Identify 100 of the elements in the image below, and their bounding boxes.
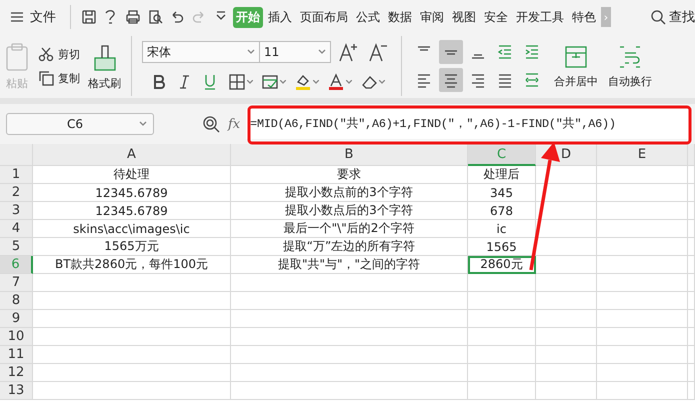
table-cell[interactable] [536, 238, 597, 256]
row-header[interactable]: 13 [0, 382, 33, 400]
table-cell[interactable] [688, 364, 695, 382]
increase-font-icon[interactable] [337, 41, 359, 63]
table-cell[interactable] [688, 166, 695, 184]
table-cell[interactable] [688, 310, 695, 328]
copy-button[interactable]: 复制 [38, 70, 80, 86]
table-cell[interactable]: 待处理 [33, 166, 231, 184]
table-cell[interactable] [468, 346, 536, 364]
align-button[interactable] [439, 68, 463, 92]
table-cell[interactable] [597, 202, 688, 220]
table-cell[interactable]: 678 [468, 202, 536, 220]
table-cell[interactable]: skins\acc\images\ic [33, 220, 231, 238]
table-cell[interactable]: 提取小数点前的3个字符 [231, 184, 468, 202]
table-cell[interactable] [688, 238, 695, 256]
table-cell[interactable]: 最后一个"\"后的2个字符 [231, 220, 468, 238]
wrap-text-button[interactable]: 自动换行 [608, 44, 652, 88]
table-cell[interactable]: 1565 [468, 238, 536, 256]
ribbon-tab[interactable]: 安全 [481, 6, 511, 28]
table-cell[interactable] [33, 346, 231, 364]
borders-icon[interactable] [228, 73, 246, 91]
table-cell[interactable] [688, 346, 695, 364]
table-cell[interactable] [536, 166, 597, 184]
table-cell[interactable] [231, 364, 468, 382]
table-cell[interactable] [688, 292, 695, 310]
row-header[interactable]: 9 [0, 310, 33, 328]
table-cell[interactable] [231, 292, 468, 310]
table-cell[interactable] [231, 346, 468, 364]
table-cell[interactable] [688, 202, 695, 220]
table-cell[interactable] [536, 346, 597, 364]
table-cell[interactable] [688, 274, 695, 292]
row-header[interactable]: 11 [0, 346, 33, 364]
table-cell[interactable] [597, 310, 688, 328]
table-cell[interactable] [536, 220, 597, 238]
table-cell[interactable] [536, 256, 597, 274]
row-header[interactable]: 3 [0, 202, 33, 220]
row-header[interactable]: 5 [0, 238, 33, 256]
table-cell[interactable] [688, 256, 695, 274]
table-cell[interactable] [597, 364, 688, 382]
table-cell[interactable] [536, 292, 597, 310]
table-cell[interactable] [536, 310, 597, 328]
table-cell[interactable] [231, 274, 468, 292]
fill-color-icon[interactable] [294, 73, 312, 91]
font-size-field[interactable]: 11 [259, 41, 331, 63]
table-cell[interactable]: BT款共2860元，每件100元 [33, 256, 231, 274]
ribbon-tab[interactable]: 页面布局 [297, 6, 351, 28]
row-header[interactable]: 12 [0, 364, 33, 382]
row-header[interactable]: 10 [0, 328, 33, 346]
table-cell[interactable]: 提取小数点后的3个字符 [231, 202, 468, 220]
search-button[interactable]: 查找 [650, 8, 695, 26]
table-cell[interactable] [536, 328, 597, 346]
table-cell[interactable] [536, 202, 597, 220]
table-cell[interactable] [597, 382, 688, 400]
table-cell[interactable] [688, 382, 695, 400]
column-header[interactable]: E [597, 144, 688, 166]
table-cell[interactable] [536, 274, 597, 292]
table-cell[interactable] [536, 364, 597, 382]
row-header[interactable]: 8 [0, 292, 33, 310]
row-header[interactable]: 4 [0, 220, 33, 238]
table-cell[interactable] [33, 328, 231, 346]
table-cell[interactable]: 要求 [231, 166, 468, 184]
table-cell[interactable] [597, 292, 688, 310]
ribbon-tab[interactable]: 数据 [385, 6, 415, 28]
table-cell[interactable]: 345 [468, 184, 536, 202]
ribbon-tab[interactable]: 特色 [569, 6, 599, 28]
ribbon-tab[interactable]: 视图 [449, 6, 479, 28]
conditional-format-icon[interactable] [261, 73, 279, 91]
table-cell[interactable] [468, 382, 536, 400]
table-cell[interactable] [597, 346, 688, 364]
column-header[interactable]: B [231, 144, 468, 166]
table-cell[interactable] [468, 310, 536, 328]
print-preview-icon[interactable] [147, 9, 163, 25]
table-cell[interactable] [231, 310, 468, 328]
table-cell[interactable] [597, 220, 688, 238]
table-cell[interactable] [536, 382, 597, 400]
font-field[interactable]: 宋体 [142, 41, 260, 63]
ribbon-tab[interactable]: 公式 [353, 6, 383, 28]
formula-field[interactable]: =MID(A6,FIND("共",A6)+1,FIND("，",A6)-1-FIND("共",A6)) [246, 109, 689, 139]
table-cell[interactable] [688, 184, 695, 202]
table-cell[interactable] [33, 364, 231, 382]
table-cell[interactable]: 12345.6789 [33, 184, 231, 202]
column-header[interactable] [688, 144, 695, 166]
row-header[interactable]: 1 [0, 166, 33, 184]
table-cell[interactable] [688, 328, 695, 346]
table-cell[interactable]: 处理后 [468, 166, 536, 184]
name-box[interactable]: C6 [6, 113, 154, 135]
ribbon-tab[interactable]: 开发工具 [513, 6, 567, 28]
table-cell[interactable]: 提取“万”左边的所有字符 [231, 238, 468, 256]
table-cell[interactable] [597, 166, 688, 184]
table-cell[interactable]: 提取"共"与"，"之间的字符 [231, 256, 468, 274]
table-cell[interactable] [597, 274, 688, 292]
table-cell[interactable] [231, 328, 468, 346]
font-color-icon[interactable] [327, 73, 345, 91]
ribbon-tab[interactable]: 审阅 [417, 6, 447, 28]
align-button[interactable] [439, 40, 463, 64]
file-menu-button[interactable]: 文件 [10, 8, 56, 26]
select-all-corner[interactable] [0, 144, 33, 166]
save-icon[interactable] [81, 9, 97, 25]
selected-cell[interactable]: 2860元 [468, 256, 536, 274]
ribbon-tab[interactable]: 插入 [265, 6, 295, 28]
